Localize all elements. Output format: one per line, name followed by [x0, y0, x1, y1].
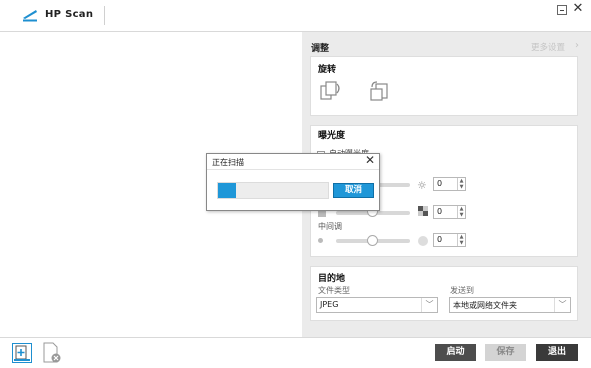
file-type-value: JPEG [320, 300, 339, 309]
brightness-value: 0 [437, 179, 443, 188]
send-to-select[interactable]: 本地或网络文件夹 ﹀ [449, 297, 571, 313]
dialog-divider [207, 169, 379, 170]
rotate-left-icon[interactable] [317, 78, 343, 104]
send-to-value: 本地或网络文件夹 [453, 301, 517, 310]
spinner-arrows-icon[interactable]: ▲ ▼ [457, 178, 465, 190]
hp-scan-logo-icon [23, 10, 37, 22]
close-icon[interactable]: ✕ [572, 2, 584, 16]
contrast-icon [418, 206, 428, 216]
close-icon[interactable]: ✕ [364, 153, 376, 167]
cancel-button[interactable]: 取消 [333, 183, 374, 198]
chevron-right-icon[interactable]: › [575, 40, 579, 51]
start-button[interactable]: 启动 [435, 344, 476, 361]
brightness-stepper[interactable]: 0 ▲ ▼ [433, 177, 466, 191]
delete-scan-icon[interactable] [42, 342, 62, 364]
midtone-dark-icon [318, 238, 323, 243]
title-divider [104, 6, 105, 25]
destination-title: 目的地 [318, 274, 346, 284]
contrast-value: 0 [437, 207, 443, 216]
brightness-icon: ☼ [417, 179, 427, 192]
midtone-stepper[interactable]: 0 ▲ ▼ [433, 233, 466, 247]
file-type-select[interactable]: JPEG ﹀ [316, 297, 438, 313]
midtone-label: 中间调 [318, 222, 342, 231]
new-scan-icon[interactable] [12, 343, 32, 363]
midtone-light-icon [418, 236, 428, 246]
midtone-slider-handle[interactable] [367, 235, 378, 246]
spinner-arrows-icon[interactable]: ▲ ▼ [457, 234, 465, 246]
chevron-down-icon[interactable]: ﹀ [421, 298, 437, 312]
file-type-label: 文件类型 [318, 286, 350, 295]
exposure-title: 曝光度 [318, 131, 346, 141]
contrast-stepper[interactable]: 0 ▲ ▼ [433, 205, 466, 219]
dialog-title: 正在扫描 [212, 158, 244, 167]
rotate-section [310, 56, 578, 116]
scan-progress-fill [218, 183, 236, 198]
midtone-value: 0 [437, 235, 443, 244]
exit-button[interactable]: 退出 [536, 344, 578, 361]
spinner-arrows-icon[interactable]: ▲ ▼ [457, 206, 465, 218]
more-settings-link[interactable]: 更多设置 [531, 41, 565, 53]
save-button[interactable]: 保存 [485, 344, 526, 361]
rotate-right-icon[interactable] [366, 78, 392, 104]
rotate-title: 旋转 [318, 65, 337, 75]
app-title: HP Scan [45, 9, 94, 20]
send-to-label: 发送到 [450, 286, 474, 295]
minimize-icon[interactable] [557, 5, 567, 15]
hp-scan-window: HP Scan ✕ 调整 更多设置 › 旋转 曝光度 自动曝光度 ☼ 0 ▲▼ … [0, 0, 591, 368]
chevron-down-icon[interactable]: ﹀ [554, 298, 570, 312]
adjust-title: 调整 [311, 44, 330, 54]
